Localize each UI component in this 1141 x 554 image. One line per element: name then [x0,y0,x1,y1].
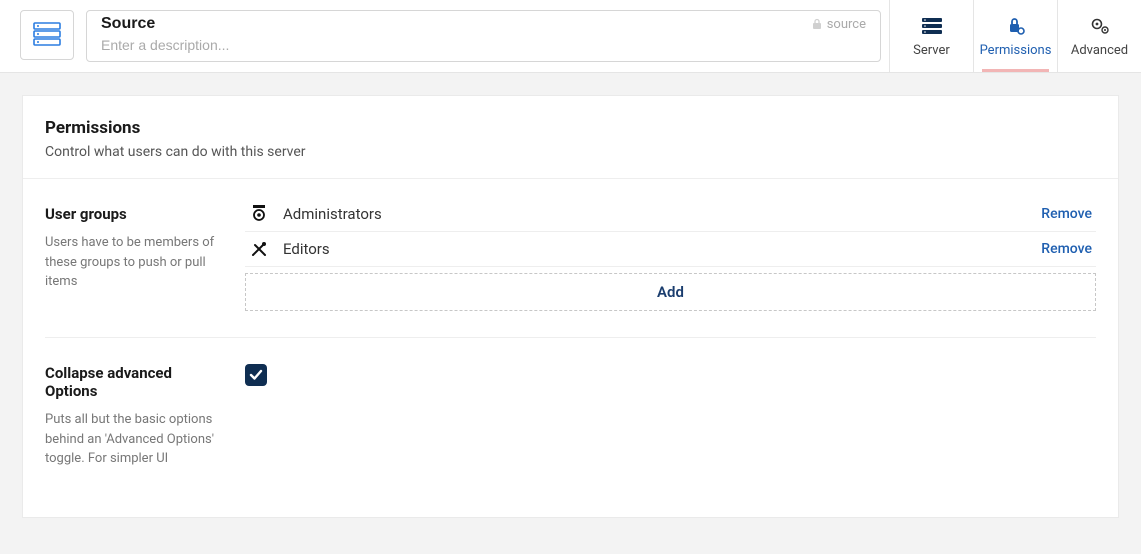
server-stack-icon [32,22,62,48]
source-logo [20,10,74,60]
server-icon [921,15,943,37]
tab-server[interactable]: Server [889,0,973,72]
lock-settings-icon [1006,15,1026,37]
group-name-label: Editors [283,240,1041,258]
collapse-section: Collapse advanced Options Puts all but t… [45,338,1096,495]
group-row-editors: Editors Remove [245,232,1096,267]
tab-permissions-label: Permissions [980,43,1052,58]
remove-button[interactable]: Remove [1041,206,1092,222]
slug-label: source [827,17,866,32]
panel-title: Permissions [45,118,1096,138]
group-row-administrators: Administrators Remove [245,205,1096,232]
panel-body: User groups Users have to be members of … [23,179,1118,517]
user-groups-heading-block: User groups Users have to be members of … [45,205,245,311]
collapse-heading: Collapse advanced Options [45,364,225,400]
collapse-description: Puts all but the basic options behind an… [45,410,225,469]
user-groups-heading: User groups [45,205,225,223]
gears-icon [1089,15,1111,37]
slug: source [812,17,866,32]
user-groups-content: Administrators Remove Editors Remove Add [245,205,1096,311]
user-groups-section: User groups Users have to be members of … [45,179,1096,338]
panel-subtitle: Control what users can do with this serv… [45,144,1096,160]
user-groups-description: Users have to be members of these groups… [45,233,225,292]
topbar: source Server [0,0,1141,73]
tab-advanced-label: Advanced [1071,43,1128,58]
collapse-checkbox[interactable] [245,364,267,386]
title-input[interactable] [101,15,812,33]
tab-advanced[interactable]: Advanced [1057,0,1141,72]
topbar-left: source [0,0,889,72]
permissions-panel: Permissions Control what users can do wi… [22,95,1119,518]
badge-icon [249,205,269,223]
tab-server-label: Server [913,43,950,58]
add-group-button[interactable]: Add [245,273,1096,311]
check-icon [249,369,263,381]
title-row: source [87,11,880,33]
description-input[interactable] [87,33,880,61]
tab-permissions[interactable]: Permissions [973,0,1057,72]
group-name-label: Administrators [283,205,1041,223]
title-block: source [86,10,881,62]
tabs: Server Permissions Advanced [889,0,1141,72]
collapse-content [245,364,1096,469]
collapse-heading-block: Collapse advanced Options Puts all but t… [45,364,245,469]
lock-icon [812,18,822,30]
remove-button[interactable]: Remove [1041,241,1092,257]
panel-header: Permissions Control what users can do wi… [23,96,1118,179]
tools-icon [249,241,269,257]
